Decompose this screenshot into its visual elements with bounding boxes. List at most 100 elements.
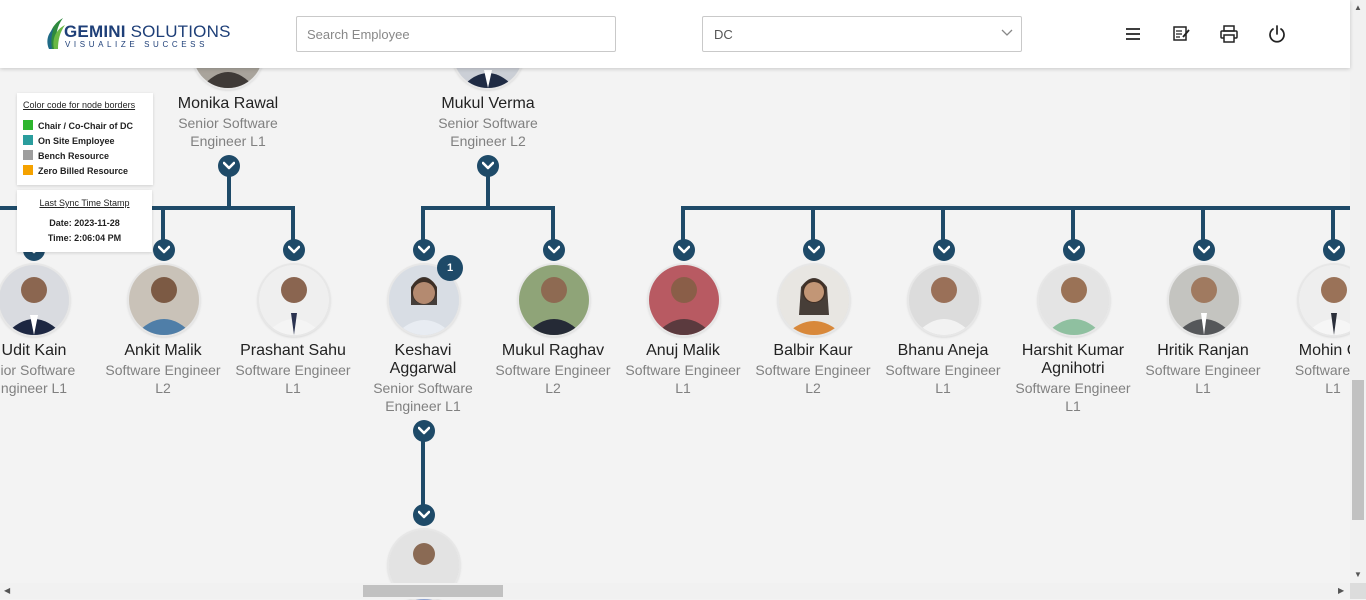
avatar[interactable] bbox=[779, 265, 849, 335]
scroll-left-arrow-icon[interactable]: ◀ bbox=[4, 587, 10, 595]
employee-role: Software Engineer bbox=[1015, 380, 1131, 396]
scrollbar-corner bbox=[1350, 583, 1366, 599]
connector bbox=[1071, 206, 1075, 240]
employee-name: Agnihotri bbox=[1041, 360, 1105, 377]
expand-toggle[interactable] bbox=[1193, 239, 1215, 261]
employee-name: Harshit Kumar bbox=[1021, 342, 1125, 359]
connector bbox=[941, 206, 945, 240]
employee-role: Software Engineer bbox=[625, 362, 741, 378]
expand-toggle[interactable] bbox=[803, 239, 825, 261]
connector bbox=[227, 176, 231, 208]
legend-label: Bench Resource bbox=[38, 151, 110, 161]
menu-icon[interactable] bbox=[1123, 24, 1143, 44]
employee-role: ngineer L1 bbox=[0, 380, 68, 396]
connector bbox=[1331, 206, 1335, 240]
employee-role: Software Engineer bbox=[105, 362, 221, 378]
connector bbox=[681, 206, 685, 240]
sync-timestamp: Last Sync Time Stamp Date: 2023-11-28 Ti… bbox=[17, 190, 152, 252]
connector bbox=[681, 206, 1350, 210]
connector bbox=[421, 441, 425, 507]
expand-toggle[interactable] bbox=[1063, 239, 1085, 261]
employee-name: Balbir Kaur bbox=[773, 342, 853, 359]
employee-role: Software Engineer bbox=[885, 362, 1001, 378]
expand-toggle[interactable] bbox=[543, 239, 565, 261]
expand-toggle[interactable] bbox=[1323, 239, 1345, 261]
department-value: DC bbox=[714, 27, 733, 42]
vertical-scroll-thumb[interactable] bbox=[1352, 380, 1364, 520]
print-icon[interactable] bbox=[1219, 24, 1239, 44]
color-legend: Color code for node borders Chair / Co-C… bbox=[17, 93, 153, 185]
avatar[interactable] bbox=[259, 265, 329, 335]
legend-title: Color code for node borders bbox=[23, 100, 136, 110]
expand-toggle[interactable] bbox=[933, 239, 955, 261]
legend-swatch bbox=[23, 135, 33, 145]
company-logo[interactable]: GEMINI SOLUTIONS VISUALIZE SUCCESS bbox=[46, 16, 230, 52]
sync-date: Date: 2023-11-28 bbox=[49, 218, 120, 228]
connector bbox=[421, 206, 555, 210]
employee-name: Udit Kain bbox=[1, 342, 67, 359]
department-select[interactable]: DC bbox=[702, 16, 1022, 52]
scroll-up-arrow-icon[interactable]: ▲ bbox=[1354, 4, 1362, 12]
collapse-toggle[interactable] bbox=[218, 155, 240, 177]
connector bbox=[421, 206, 425, 240]
employee-name: Prashant Sahu bbox=[240, 342, 346, 359]
connector bbox=[551, 206, 555, 240]
chevron-down-icon bbox=[1001, 29, 1013, 36]
employee-role: Engineer L1 bbox=[385, 398, 461, 414]
horizontal-scrollbar[interactable] bbox=[0, 583, 1350, 599]
employee-role: L2 bbox=[155, 380, 171, 396]
connector bbox=[1201, 206, 1205, 240]
employee-role: L1 bbox=[935, 380, 951, 396]
org-chart: Monika Rawal Senior Software Engineer L1… bbox=[0, 0, 1366, 600]
collapse-toggle[interactable] bbox=[413, 420, 435, 442]
employee-name: Keshavi bbox=[394, 342, 452, 359]
avatar[interactable] bbox=[129, 265, 199, 335]
employee-role: Software Engineer bbox=[235, 362, 351, 378]
notes-icon[interactable] bbox=[1171, 24, 1191, 44]
connector bbox=[811, 206, 815, 240]
connector bbox=[291, 206, 295, 240]
employee-role: L2 bbox=[805, 380, 821, 396]
employee-role: Software Engineer bbox=[1145, 362, 1261, 378]
employee-name: Anuj Malik bbox=[646, 342, 720, 359]
brand-name: GEMINI SOLUTIONS bbox=[64, 22, 231, 42]
employee-name: Aggarwal bbox=[389, 360, 457, 377]
employee-role: Software Engineer bbox=[755, 362, 871, 378]
manager-role: Engineer L2 bbox=[450, 133, 526, 149]
avatar[interactable] bbox=[1169, 265, 1239, 335]
connector bbox=[161, 206, 165, 240]
expand-toggle[interactable] bbox=[673, 239, 695, 261]
legend-swatch bbox=[23, 165, 33, 175]
scroll-down-arrow-icon[interactable]: ▼ bbox=[1354, 571, 1362, 579]
employee-name: Mukul Raghav bbox=[501, 342, 605, 359]
employee-role: L1 bbox=[675, 380, 691, 396]
avatar[interactable] bbox=[649, 265, 719, 335]
legend-swatch bbox=[23, 120, 33, 130]
expand-toggle[interactable] bbox=[153, 239, 175, 261]
expand-toggle[interactable] bbox=[413, 239, 435, 261]
collapse-toggle[interactable] bbox=[477, 155, 499, 177]
count-badge: 1 bbox=[437, 255, 463, 281]
sync-title: Last Sync Time Stamp bbox=[39, 198, 130, 208]
legend-swatch bbox=[23, 150, 33, 160]
scroll-right-arrow-icon[interactable]: ▶ bbox=[1338, 587, 1344, 595]
expand-toggle[interactable] bbox=[413, 504, 435, 526]
employee-role: nior Software bbox=[0, 362, 76, 378]
sync-time: Time: 2:06:04 PM bbox=[47, 233, 122, 243]
power-icon[interactable] bbox=[1267, 24, 1287, 44]
avatar[interactable] bbox=[1039, 265, 1109, 335]
manager-role: Engineer L1 bbox=[190, 133, 266, 149]
avatar[interactable] bbox=[519, 265, 589, 335]
brand-name-rest: SOLUTIONS bbox=[125, 22, 231, 41]
connector bbox=[486, 176, 490, 208]
employee-name: Hritik Ranjan bbox=[1157, 342, 1249, 359]
legend-label: On Site Employee bbox=[38, 136, 115, 146]
avatar[interactable] bbox=[0, 265, 69, 335]
search-input[interactable] bbox=[296, 16, 616, 52]
expand-toggle[interactable] bbox=[283, 239, 305, 261]
avatar[interactable] bbox=[909, 265, 979, 335]
employee-role: Software Engineer bbox=[495, 362, 611, 378]
horizontal-scroll-thumb[interactable] bbox=[363, 585, 503, 597]
employee-name: Bhanu Aneja bbox=[897, 342, 989, 359]
manager-role: Senior Software bbox=[438, 115, 538, 131]
